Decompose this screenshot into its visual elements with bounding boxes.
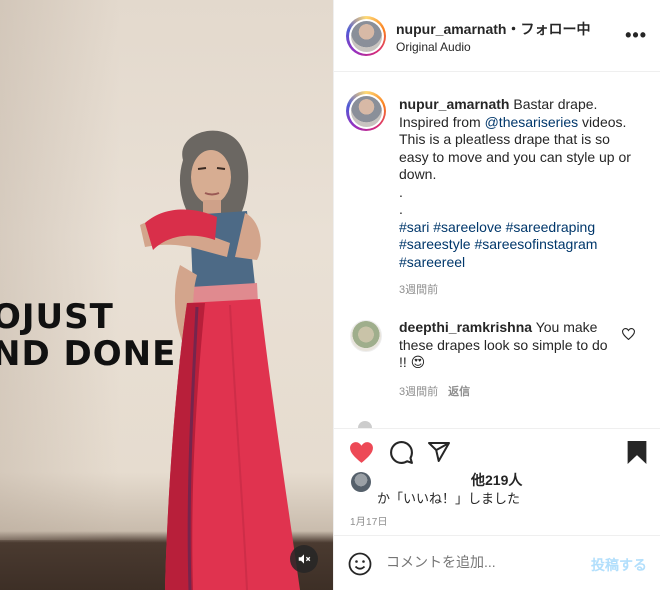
mute-button[interactable] <box>290 545 318 573</box>
commenter-avatar[interactable] <box>350 320 382 352</box>
caption-mention-link[interactable]: @thesariseries <box>485 114 579 130</box>
speaker-muted-icon <box>298 554 311 564</box>
woman-in-saree-figure <box>140 130 300 590</box>
author-avatar[interactable] <box>346 16 386 56</box>
next-comment-avatar-peek <box>358 421 372 428</box>
post-side-panel: nupur_amarnath・フォロー中 Original Audio ••• … <box>333 0 660 590</box>
caption-author-avatar[interactable] <box>346 91 386 131</box>
comment-meta: 3週間前 返信 <box>399 383 470 399</box>
post-video[interactable]: OJUST ND DONE. <box>0 0 333 590</box>
comment-like-icon[interactable] <box>621 327 636 345</box>
emoji-button[interactable] <box>348 552 372 581</box>
like-button[interactable] <box>348 439 374 465</box>
bookmark-filled-icon <box>627 440 647 464</box>
action-bar <box>334 428 660 473</box>
heart-filled-icon <box>349 441 373 463</box>
share-icon <box>428 442 450 462</box>
save-button[interactable] <box>624 439 650 465</box>
comment-button[interactable] <box>388 439 414 465</box>
caption-dot-1: . <box>399 183 403 200</box>
comment-icon <box>389 440 413 464</box>
comment-text: deepthi_ramkrishna You make these drapes… <box>399 319 614 372</box>
caption-username[interactable]: nupur_amarnath <box>399 96 509 112</box>
caption-hashtags-line1[interactable]: #sari #sareelove #sareedraping <box>399 219 639 237</box>
emoji-smile-icon <box>348 552 372 576</box>
share-button[interactable] <box>426 439 452 465</box>
comment-input[interactable] <box>386 554 586 570</box>
comment-timestamp[interactable]: 3週間前 <box>399 386 438 398</box>
author-username[interactable]: nupur_amarnath <box>396 21 506 37</box>
post-header: nupur_amarnath・フォロー中 Original Audio ••• <box>334 0 660 72</box>
post-comment-button[interactable]: 投稿する <box>591 555 647 575</box>
liked-by-text: か「いいね！」しました <box>377 491 521 506</box>
post-date[interactable]: 1月17日 <box>350 513 388 528</box>
caption-text: nupur_amarnath Bastar drape. Inspired fr… <box>399 96 639 271</box>
more-options-icon[interactable]: ••• <box>625 26 647 44</box>
reply-button[interactable]: 返信 <box>448 386 470 398</box>
following-button[interactable]: フォロー中 <box>520 21 590 37</box>
separator-dot: ・ <box>506 21 521 37</box>
add-comment-bar: 投稿する <box>334 535 660 590</box>
audio-link[interactable]: Original Audio <box>396 40 471 54</box>
caption-hashtags-line3[interactable]: #sareereel <box>399 254 639 272</box>
likes-section: 他219人 か「いいね！」しました <box>334 470 660 510</box>
caption-hashtags-line2[interactable]: #sareestyle #sareesofinstagram <box>399 236 639 254</box>
liker-avatar[interactable] <box>351 472 371 492</box>
caption-timestamp[interactable]: 3週間前 <box>399 281 438 297</box>
comments-area[interactable]: nupur_amarnath Bastar drape. Inspired fr… <box>334 73 660 428</box>
commenter-username[interactable]: deepthi_ramkrishna <box>399 319 532 335</box>
likes-count-link[interactable]: 他219人 <box>471 470 522 490</box>
video-overlay-text-line1: OJUST <box>0 297 114 337</box>
caption-dot-2: . <box>399 201 403 217</box>
wall-shadow <box>0 0 120 540</box>
